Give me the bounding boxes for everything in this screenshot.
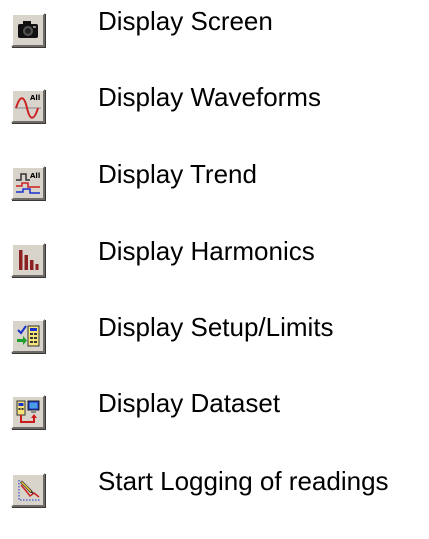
display-harmonics-label[interactable]: Display Harmonics: [98, 236, 315, 266]
dataset-icon[interactable]: [11, 395, 45, 429]
list-item-display-dataset[interactable]: Display Dataset: [0, 383, 429, 443]
display-trend-label[interactable]: Display Trend: [98, 159, 257, 189]
display-setup-limits-label[interactable]: Display Setup/Limits: [98, 312, 334, 342]
trend-all-icon[interactable]: All: [11, 166, 45, 200]
svg-text:All: All: [30, 172, 40, 180]
logging-icon[interactable]: [11, 473, 45, 507]
list-item-display-trend[interactable]: All Display Trend: [0, 153, 429, 213]
harmonics-bars-icon[interactable]: [11, 243, 45, 277]
setup-limits-icon[interactable]: [11, 319, 45, 353]
start-logging-label[interactable]: Start Logging of readings: [98, 466, 389, 496]
list-item-start-logging[interactable]: Start Logging of readings: [0, 459, 429, 519]
list-item-display-setup-limits[interactable]: Display Setup/Limits: [0, 306, 429, 366]
camera-icon[interactable]: [11, 13, 45, 47]
command-list: Display Screen All Display Waveforms All…: [0, 0, 429, 539]
waveform-all-icon[interactable]: All: [11, 89, 45, 123]
list-item-display-waveforms[interactable]: All Display Waveforms: [0, 77, 429, 137]
list-item-display-harmonics[interactable]: Display Harmonics: [0, 229, 429, 289]
display-screen-label[interactable]: Display Screen: [98, 6, 273, 36]
list-item-display-screen[interactable]: Display Screen: [0, 0, 429, 60]
svg-text:All: All: [30, 94, 40, 102]
display-waveforms-label[interactable]: Display Waveforms: [98, 82, 321, 112]
display-dataset-label[interactable]: Display Dataset: [98, 388, 280, 418]
